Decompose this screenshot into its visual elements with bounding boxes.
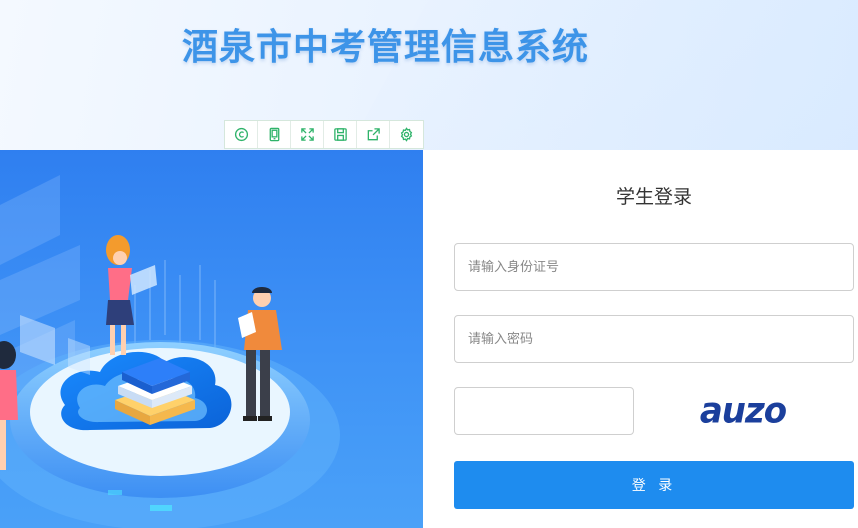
page-header: 酒泉市中考管理信息系统 — [0, 0, 858, 150]
save-icon — [333, 128, 347, 141]
gear-icon — [400, 127, 413, 142]
floating-toolbar — [224, 120, 424, 149]
mobile-view-button[interactable] — [258, 121, 291, 148]
copyright-button[interactable] — [225, 121, 258, 148]
fullscreen-button[interactable] — [291, 121, 324, 148]
save-button[interactable] — [324, 121, 357, 148]
hero-illustration — [0, 150, 423, 528]
login-title: 学生登录 — [615, 186, 692, 208]
settings-button[interactable] — [390, 121, 423, 148]
share-button[interactable] — [357, 121, 390, 148]
id-number-input[interactable] — [454, 243, 854, 291]
tablet-icon — [269, 127, 279, 142]
copyright-icon — [234, 127, 248, 142]
share-icon — [367, 128, 380, 141]
expand-icon — [300, 128, 314, 141]
education-illustration — [0, 175, 340, 528]
captcha-input[interactable] — [454, 387, 634, 435]
page-title: 酒泉市中考管理信息系统 — [182, 27, 590, 68]
captcha-image[interactable]: auzo — [693, 387, 793, 434]
login-button[interactable]: 登 录 — [454, 461, 854, 509]
login-panel: 学生登录 auzo 登 录 — [423, 150, 858, 528]
password-input[interactable] — [454, 315, 854, 363]
